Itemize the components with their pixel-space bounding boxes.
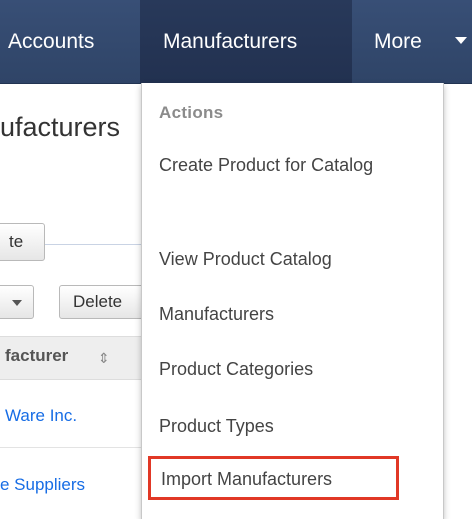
menu-item-view-product-catalog[interactable]: View Product Catalog — [159, 244, 429, 274]
menu-item-create-product-for-catalog[interactable]: Create Product for Catalog — [159, 150, 429, 180]
table-row-link[interactable]: Ware Inc. — [5, 406, 155, 426]
more-dropdown-menu: Actions Create Product for Catalog View … — [141, 83, 444, 519]
chevron-down-icon — [455, 37, 467, 44]
tab-more[interactable]: More — [352, 0, 472, 83]
menu-item-product-categories[interactable]: Product Categories — [159, 354, 429, 384]
table-row-link[interactable]: e Suppliers — [0, 475, 150, 495]
tab-accounts[interactable]: Accounts — [0, 0, 140, 83]
page-title: ufacturers — [0, 112, 121, 142]
chevron-down-icon — [12, 300, 22, 306]
menu-item-import-manufacturers[interactable]: Import Manufacturers — [148, 456, 399, 500]
menu-section-header: Actions — [159, 103, 224, 122]
tab-accounts-label: Accounts — [8, 30, 95, 53]
create-button[interactable]: te — [0, 223, 45, 261]
tab-manufacturers[interactable]: Manufacturers — [140, 0, 352, 83]
menu-item-manufacturers[interactable]: Manufacturers — [159, 299, 429, 329]
menu-item-product-types[interactable]: Product Types — [159, 411, 429, 441]
top-navbar: Accounts Manufacturers More — [0, 0, 472, 84]
table-header: facturer ⇕ — [0, 336, 150, 380]
sort-icon[interactable]: ⇕ — [98, 348, 112, 368]
column-header-manufacturer[interactable]: facturer — [5, 346, 68, 366]
tab-manufacturers-label: Manufacturers — [163, 30, 298, 53]
row-divider — [0, 447, 150, 448]
mass-action-dropdown-button[interactable] — [0, 285, 34, 319]
tab-more-label: More — [374, 30, 422, 53]
